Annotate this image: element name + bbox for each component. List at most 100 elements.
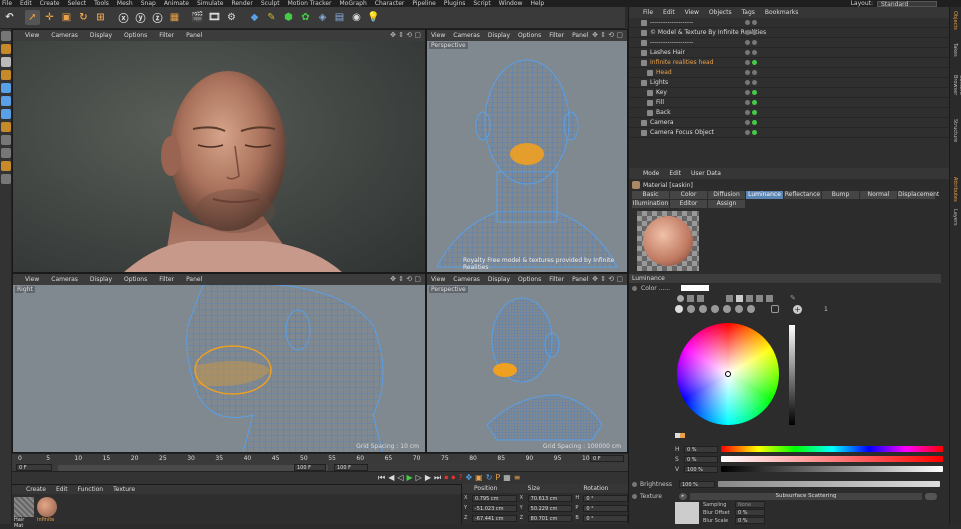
object-visibility-dots[interactable] xyxy=(745,130,757,135)
record-icon[interactable]: ⏺ xyxy=(444,473,448,483)
floor-icon[interactable]: ▤ xyxy=(332,10,347,25)
pla-key-icon[interactable]: ▦ xyxy=(503,473,511,483)
object-row[interactable]: Lashes Hair xyxy=(629,48,961,58)
menu-character[interactable]: Character xyxy=(375,0,405,7)
scale-icon[interactable]: ▣ xyxy=(59,10,74,25)
object-visibility-dots[interactable] xyxy=(745,50,757,55)
color-swatch[interactable] xyxy=(681,285,709,291)
render-visibility-dot[interactable] xyxy=(752,60,757,65)
edges-mode-icon[interactable] xyxy=(1,96,11,106)
prev-key-icon[interactable]: ◀ xyxy=(388,473,394,483)
side-tab-structure[interactable]: Structure xyxy=(952,119,958,147)
object-row[interactable]: -------------------- xyxy=(629,18,961,28)
brightness-field[interactable]: 100 % xyxy=(679,480,715,488)
material-tab[interactable]: Bump xyxy=(822,191,859,199)
deformer-icon[interactable]: ◈ xyxy=(315,10,330,25)
coord-value-field[interactable]: -67.441 cm xyxy=(471,514,517,522)
editor-visibility-dot[interactable] xyxy=(745,100,750,105)
move-icon[interactable]: ✛ xyxy=(42,10,57,25)
h-slider[interactable] xyxy=(721,446,943,452)
blur-scale-field[interactable]: 0 % xyxy=(735,517,765,524)
recent-tools-icon[interactable]: ⊞ xyxy=(93,10,108,25)
model-mode-icon[interactable] xyxy=(1,44,11,54)
make-editable-icon[interactable] xyxy=(1,31,11,41)
position-key-icon[interactable]: ✥ xyxy=(465,473,472,483)
material-tab[interactable]: Basic xyxy=(632,191,669,199)
object-row[interactable]: -------------------- xyxy=(629,38,961,48)
side-tab-attributes[interactable]: Attributes xyxy=(952,177,958,205)
vp-menu-cameras[interactable]: Cameras xyxy=(453,32,480,39)
attr-menu-user-data[interactable]: User Data xyxy=(691,170,721,177)
render-visibility-dot[interactable] xyxy=(752,90,757,95)
color-row-toggle[interactable] xyxy=(632,285,637,291)
v-field[interactable]: 100 % xyxy=(684,465,718,473)
picker-swatches-icon[interactable] xyxy=(766,294,773,302)
autokey-icon[interactable]: ⏺ xyxy=(451,473,455,483)
menu-window[interactable]: Window xyxy=(499,0,523,7)
menu-simulate[interactable]: Simulate xyxy=(197,0,224,7)
editor-visibility-dot[interactable] xyxy=(745,20,750,25)
blur-offset-field[interactable]: 0 % xyxy=(735,509,765,516)
editor-visibility-dot[interactable] xyxy=(745,90,750,95)
material-infinite[interactable]: Infinite xyxy=(37,497,59,525)
color-history[interactable] xyxy=(675,433,685,438)
coord-value-field[interactable]: 0 ° xyxy=(583,504,629,512)
preset-icon[interactable] xyxy=(735,305,743,313)
vp-menu-filter[interactable]: Filter xyxy=(159,32,174,39)
viewport-nav-icons[interactable]: ✥ ⇕ ⟲ ▢ xyxy=(592,31,623,39)
go-start-icon[interactable]: ⏮ xyxy=(378,473,385,483)
h-field[interactable]: 0 % xyxy=(684,445,718,453)
editor-visibility-dot[interactable] xyxy=(745,60,750,65)
viewport-perspective-bottom[interactable]: View Cameras Display Options Filter Pane… xyxy=(426,273,628,453)
vp-menu-panel[interactable]: Panel xyxy=(572,32,588,39)
vp-menu-view[interactable]: View xyxy=(25,276,39,283)
menu-select[interactable]: Select xyxy=(68,0,87,7)
color-wheel-cursor[interactable] xyxy=(725,371,731,377)
picker-mixer-icon[interactable] xyxy=(756,294,763,302)
camera-icon[interactable]: ◉ xyxy=(349,10,364,25)
render-visibility-dot[interactable] xyxy=(752,20,757,25)
editor-visibility-dot[interactable] xyxy=(745,30,750,35)
obj-menu-view[interactable]: View xyxy=(685,9,699,16)
object-row[interactable]: Camera xyxy=(629,118,961,128)
viewport-render[interactable]: View Cameras Display Options Filter Pane… xyxy=(12,29,426,273)
object-row[interactable]: © Model & Texture By Infinite Realities xyxy=(629,28,961,38)
play-icon[interactable]: ▶ xyxy=(407,473,413,483)
editor-visibility-dot[interactable] xyxy=(745,70,750,75)
vp-menu-view[interactable]: View xyxy=(431,32,445,39)
render-visibility-dot[interactable] xyxy=(752,110,757,115)
tweak-icon[interactable] xyxy=(1,135,11,145)
vp-menu-filter[interactable]: Filter xyxy=(549,276,564,283)
material-tab[interactable]: Reflectance xyxy=(784,191,821,199)
light-icon[interactable]: 💡 xyxy=(366,10,381,25)
mat-menu-create[interactable]: Create xyxy=(26,486,46,493)
object-visibility-dots[interactable] xyxy=(745,120,757,125)
vp-menu-filter[interactable]: Filter xyxy=(159,276,174,283)
menu-help[interactable]: Help xyxy=(530,0,544,7)
timeline[interactable]: 0 5 10 15 20 25 30 35 40 45 50 55 60 65 70 75 80 85 90 95 10… xyxy=(12,453,628,471)
timeline-ruler[interactable]: 0 5 10 15 20 25 30 35 40 45 50 55 60 65 70 75 80 85 90 95 10… xyxy=(18,455,593,463)
v-slider[interactable] xyxy=(721,466,943,472)
x-axis-icon[interactable]: ⓧ xyxy=(116,10,131,25)
object-visibility-dots[interactable] xyxy=(745,30,757,35)
attr-menu-edit[interactable]: Edit xyxy=(669,170,681,177)
mat-menu-edit[interactable]: Edit xyxy=(56,486,68,493)
preset-icon[interactable] xyxy=(747,305,755,313)
object-row[interactable]: Lights xyxy=(629,78,961,88)
render-visibility-dot[interactable] xyxy=(752,80,757,85)
object-row[interactable]: Camera Focus Object xyxy=(629,128,961,138)
coord-value-field[interactable]: 0 ° xyxy=(583,514,629,522)
coord-value-field[interactable]: 80.701 cm xyxy=(527,514,573,522)
menu-mesh[interactable]: Mesh xyxy=(117,0,133,7)
editor-visibility-dot[interactable] xyxy=(745,110,750,115)
object-row[interactable]: Key xyxy=(629,88,961,98)
snap-icon[interactable] xyxy=(1,148,11,158)
picker-kelvin-icon[interactable] xyxy=(746,294,753,302)
z-axis-icon[interactable]: ⓩ xyxy=(150,10,165,25)
vp-menu-panel[interactable]: Panel xyxy=(572,276,588,283)
workplane-icon[interactable] xyxy=(1,70,11,80)
render-visibility-dot[interactable] xyxy=(752,50,757,55)
layout-select[interactable]: Standard xyxy=(877,0,937,7)
picker-spectrum-icon[interactable] xyxy=(687,294,694,302)
texture-thumbnail[interactable] xyxy=(675,502,699,524)
